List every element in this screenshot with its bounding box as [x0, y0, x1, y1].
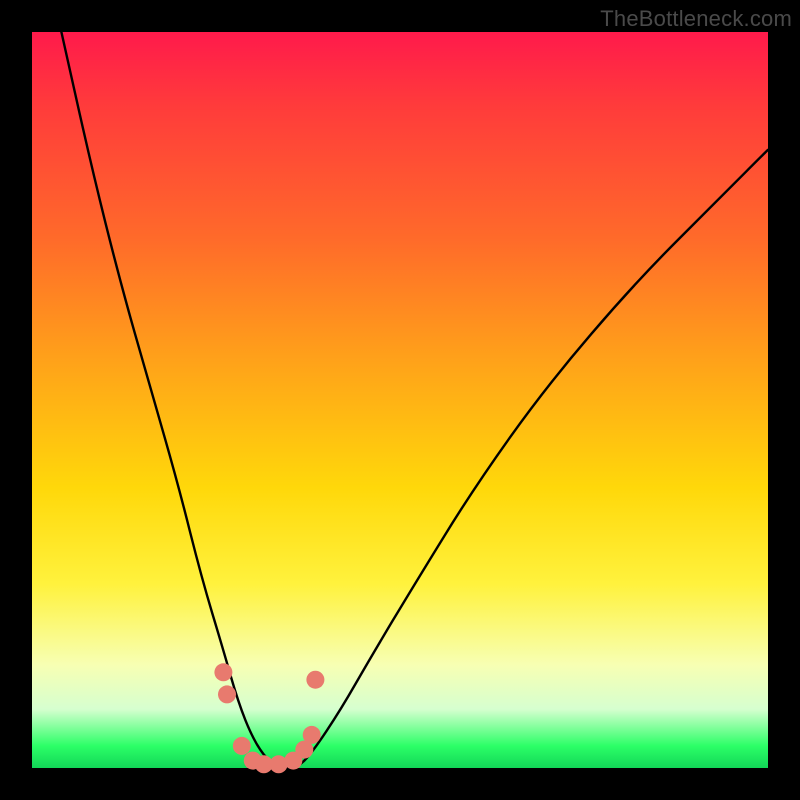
bottleneck-curve — [61, 32, 768, 768]
watermark-text: TheBottleneck.com — [600, 6, 792, 32]
curve-marker — [233, 737, 251, 755]
curve-marker — [218, 685, 236, 703]
chart-frame: TheBottleneck.com — [0, 0, 800, 800]
curve-marker — [306, 671, 324, 689]
curve-svg — [32, 32, 768, 768]
plot-area — [32, 32, 768, 768]
curve-marker — [214, 663, 232, 681]
curve-marker — [303, 726, 321, 744]
